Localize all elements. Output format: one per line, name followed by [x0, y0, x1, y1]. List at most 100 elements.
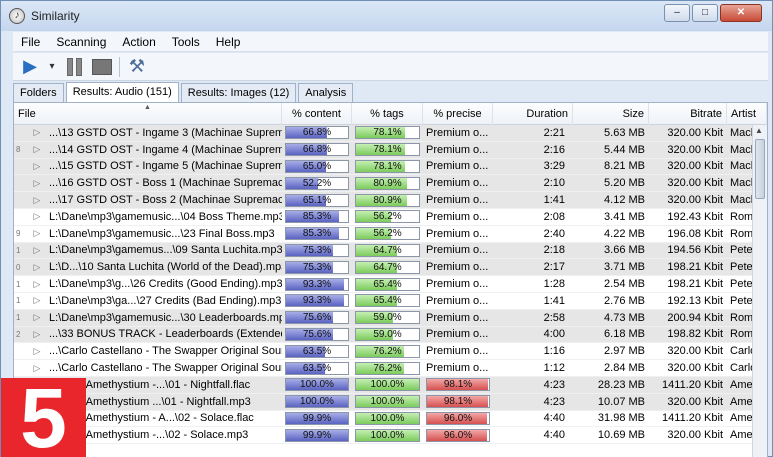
- menu-tools[interactable]: Tools: [164, 35, 208, 49]
- content-percent-label: 100.0%: [300, 396, 334, 408]
- expand-arrow-icon[interactable]: ▷: [28, 195, 46, 206]
- file-size: 3.41 MB: [604, 210, 645, 223]
- expand-arrow-icon[interactable]: ▷: [28, 346, 46, 357]
- expand-arrow-icon[interactable]: ▷: [28, 312, 46, 323]
- tab-results-audio[interactable]: Results: Audio (151): [65, 82, 179, 103]
- tags-percent: 65.4%: [352, 294, 423, 308]
- table-row[interactable]: ▷ ...\Carlo Castellano - The Swapper Orig…: [14, 360, 767, 377]
- tags-percent: 100.0%: [352, 378, 423, 392]
- duration: 2:08: [543, 210, 565, 223]
- stop-button[interactable]: [91, 56, 113, 78]
- pause-button[interactable]: [63, 56, 85, 78]
- table-row[interactable]: 1 ▷ L:\Dane\mp3\g...\26 Credits (Good Endi…: [14, 276, 767, 293]
- table-row[interactable]: ▷ ...\13 GSTD OST - Ingame 3 (Machinae Su…: [14, 125, 767, 142]
- precise-percent: Premium o...: [426, 311, 489, 324]
- tab-folders[interactable]: Folders: [13, 83, 64, 102]
- column-artist[interactable]: Artist: [727, 103, 767, 125]
- table-row[interactable]: 0 ▷ L:\D...\10 Santa Luchita (World of the…: [14, 259, 767, 277]
- table-row[interactable]: 9 ▷ L:\Dane\mp3\gamemusic...\23 Final Boss…: [14, 225, 767, 243]
- tags-percent-bar: 76.2%: [355, 344, 420, 358]
- table-row[interactable]: ▷L:\mp3\Amethystium -...\02 - Solace.mp3…: [14, 427, 767, 445]
- tags-percent-bar: 65.4%: [355, 294, 420, 308]
- table-row[interactable]: 1 ▷ L:\Dane\mp3\gamemusic...\30 Leaderboar…: [14, 309, 767, 327]
- expand-arrow-icon[interactable]: ▷: [28, 161, 46, 172]
- column-bitrate[interactable]: Bitrate: [649, 103, 727, 125]
- table-row[interactable]: 8 ▷ ...\14 GSTD OST - Ingame 4 (Machinae S…: [14, 141, 767, 159]
- table-row[interactable]: ▷ ...\16 GSTD OST - Boss 1 (Machinae Supr…: [14, 175, 767, 193]
- column-size[interactable]: Size: [573, 103, 649, 125]
- file-path: L:\Dane\mp3\ga...\27 Credits (Bad Ending…: [49, 294, 282, 307]
- close-button[interactable]: ✕: [720, 4, 762, 22]
- tools-icon[interactable]: ⚒: [126, 56, 148, 78]
- tags-percent-label: 56.2%: [373, 211, 402, 223]
- file-path: ...\17 GSTD OST - Boss 2 (Machinae Supre…: [49, 194, 282, 207]
- content-percent-label: 66.8%: [302, 144, 332, 156]
- bitrate: 198.82 Kbit: [667, 328, 723, 341]
- content-percent-bar: 75.6%: [285, 327, 349, 341]
- tags-percent-label: 100.0%: [370, 396, 405, 408]
- expand-arrow-icon[interactable]: ▷: [28, 228, 46, 239]
- menu-file[interactable]: File: [13, 35, 48, 49]
- column-precise[interactable]: % precise: [423, 103, 493, 125]
- expand-arrow-icon[interactable]: ▷: [28, 279, 46, 290]
- table-row[interactable]: 1 ▷ L:\Dane\mp3\gamemus...\09 Santa Luchit…: [14, 242, 767, 260]
- content-percent: 75.3%: [282, 260, 352, 274]
- expand-arrow-icon[interactable]: ▷: [28, 329, 46, 340]
- column-duration[interactable]: Duration: [493, 103, 573, 125]
- tags-percent-bar: 78.1%: [355, 143, 420, 157]
- tags-percent-label: 56.2%: [373, 228, 402, 240]
- table-row[interactable]: ▷L:\mp3\Amethystium ...\01 - Nightfall.m…: [14, 393, 767, 411]
- table-row[interactable]: ▷L:\mp3\Amethystium - A...\02 - Solace.f…: [14, 410, 767, 428]
- column-tags[interactable]: % tags: [352, 103, 423, 125]
- scroll-up-icon[interactable]: ▲: [755, 126, 763, 135]
- file-path: L:\D...\10 Santa Luchita (World of the D…: [49, 261, 282, 274]
- expand-arrow-icon[interactable]: ▷: [28, 178, 46, 189]
- expand-arrow-icon[interactable]: ▷: [28, 295, 46, 306]
- precise-percent: Premium o...: [426, 143, 489, 156]
- file-size: 3.66 MB: [604, 244, 645, 257]
- vertical-scrollbar[interactable]: ▲: [752, 125, 767, 457]
- play-dropdown-icon[interactable]: ▾: [47, 56, 57, 78]
- tags-percent: 100.0%: [352, 428, 423, 442]
- expand-arrow-icon[interactable]: ▷: [28, 144, 46, 155]
- content-percent-label: 65.1%: [302, 194, 332, 206]
- tags-percent-label: 64.7%: [373, 261, 402, 273]
- play-icon[interactable]: ▶: [19, 56, 41, 78]
- expand-arrow-icon[interactable]: ▷: [28, 245, 46, 256]
- tab-analysis[interactable]: Analysis: [298, 83, 354, 102]
- content-percent-label: 75.6%: [302, 328, 332, 340]
- scroll-thumb[interactable]: [755, 139, 765, 199]
- menu-help[interactable]: Help: [208, 35, 249, 49]
- file-size: 2.76 MB: [604, 294, 645, 307]
- column-content[interactable]: % content: [282, 103, 352, 125]
- title-bar[interactable]: ♪ Similarity – □ ✕: [1, 1, 772, 31]
- bitrate: 192.43 Kbit: [667, 210, 723, 223]
- table-row[interactable]: ▷ ...\Carlo Castellano - The Swapper Orig…: [14, 343, 767, 361]
- duration: 2:10: [543, 177, 565, 190]
- maximize-button[interactable]: □: [692, 4, 718, 22]
- menu-action[interactable]: Action: [114, 35, 163, 49]
- content-percent-label: 85.3%: [302, 211, 332, 223]
- tags-percent-label: 76.2%: [373, 362, 402, 374]
- table-row[interactable]: ▷ ...\15 GSTD OST - Ingame 5 (Machinae Su…: [14, 158, 767, 176]
- table-row[interactable]: 2 ▷ ...\33 BONUS TRACK - Leaderboards (Ext…: [14, 326, 767, 344]
- tab-results-images[interactable]: Results: Images (12): [180, 83, 297, 102]
- table-row[interactable]: ▷ ...\17 GSTD OST - Boss 2 (Machinae Supr…: [14, 192, 767, 209]
- duration: 1:28: [543, 278, 565, 291]
- tags-percent-bar: 100.0%: [355, 428, 420, 442]
- pause-icon: [66, 57, 82, 76]
- expand-arrow-icon[interactable]: ▷: [28, 211, 46, 222]
- group-number: 1: [16, 245, 21, 255]
- expand-arrow-icon[interactable]: ▷: [28, 127, 46, 138]
- tags-percent-label: 80.9%: [373, 194, 402, 206]
- grid-header: File ▲ % content % tags % precise Durati…: [14, 103, 767, 125]
- expand-arrow-icon[interactable]: ▷: [28, 262, 46, 273]
- minimize-button[interactable]: –: [664, 4, 690, 22]
- file-path: L:\Dane\mp3\gamemusic...\04 Boss Theme.m…: [49, 210, 282, 223]
- table-row[interactable]: ▷ L:\Dane\mp3\gamemusic...\04 Boss Theme.…: [14, 208, 767, 226]
- table-row[interactable]: 1 ▷ L:\Dane\mp3\ga...\27 Credits (Bad Endi…: [14, 292, 767, 310]
- window-title: Similarity: [31, 9, 80, 23]
- menu-scanning[interactable]: Scanning: [48, 35, 114, 49]
- table-row[interactable]: ▷L:\mp3\Amethystium -...\01 - Nightfall.…: [14, 376, 767, 394]
- content-percent: 75.6%: [282, 311, 352, 325]
